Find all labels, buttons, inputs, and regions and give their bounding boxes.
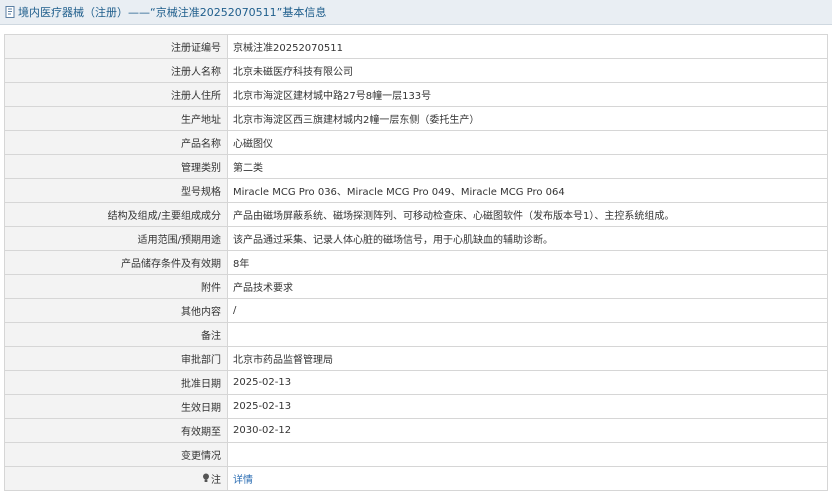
table-row: 注册人名称 北京未磁医疗科技有限公司 (4, 58, 828, 83)
field-label: 生产地址 (4, 106, 228, 131)
field-label: 生效日期 (4, 394, 228, 419)
field-value: 2030-02-12 (227, 418, 828, 443)
info-bulb-icon (202, 473, 210, 486)
field-value: Miracle MCG Pro 036、Miracle MCG Pro 049、… (227, 178, 828, 203)
field-value: 心磁图仪 (227, 130, 828, 155)
table-row: 结构及组成/主要组成成分 产品由磁场屏蔽系统、磁场探测阵列、可移动检查床、心磁图软… (4, 202, 828, 227)
field-label: 变更情况 (4, 442, 228, 467)
note-row: 注 详情 (4, 466, 828, 491)
table-row: 注册证编号 京械注准20252070511 (4, 34, 828, 59)
field-label: 其他内容 (4, 298, 228, 323)
details-link[interactable]: 详情 (233, 475, 253, 486)
field-value: 产品技术要求 (227, 274, 828, 299)
page-title: 境内医疗器械（注册）——“京械注准20252070511”基本信息 (18, 6, 327, 19)
field-label: 产品名称 (4, 130, 228, 155)
field-label: 审批部门 (4, 346, 228, 371)
field-value: 第二类 (227, 154, 828, 179)
table-row: 备注 (4, 322, 828, 347)
field-value: 京械注准20252070511 (227, 34, 828, 59)
table-row: 型号规格 Miracle MCG Pro 036、Miracle MCG Pro … (4, 178, 828, 203)
field-label: 备注 (4, 322, 228, 347)
field-label: 管理类别 (4, 154, 228, 179)
field-value (227, 442, 828, 467)
table-row: 生产地址 北京市海淀区西三旗建材城内2幢一层东侧（委托生产） (4, 106, 828, 131)
field-value: 2025-02-13 (227, 394, 828, 419)
table-row: 附件 产品技术要求 (4, 274, 828, 299)
field-value: 北京市海淀区建材城中路27号8幢一层133号 (227, 82, 828, 107)
note-label-cell: 注 (4, 466, 228, 491)
table-row: 管理类别 第二类 (4, 154, 828, 179)
field-value (227, 322, 828, 347)
field-label: 结构及组成/主要组成成分 (4, 202, 228, 227)
table-row: 批准日期 2025-02-13 (4, 370, 828, 395)
field-label: 批准日期 (4, 370, 228, 395)
field-label: 注册人名称 (4, 58, 228, 83)
table-row: 产品储存条件及有效期 8年 (4, 250, 828, 275)
field-value: 8年 (227, 250, 828, 275)
detail-table: 注册证编号 京械注准20252070511 注册人名称 北京未磁医疗科技有限公司 注… (4, 34, 828, 491)
note-value-cell: 详情 (227, 466, 828, 491)
field-value: 产品由磁场屏蔽系统、磁场探测阵列、可移动检查床、心磁图软件（发布版本号1）、主控… (227, 202, 828, 227)
table-row: 有效期至 2030-02-12 (4, 418, 828, 443)
field-value: 该产品通过采集、记录人体心脏的磁场信号，用于心肌缺血的辅助诊断。 (227, 226, 828, 251)
field-value: / (227, 298, 828, 323)
table-row: 审批部门 北京市药品监督管理局 (4, 346, 828, 371)
field-label: 产品储存条件及有效期 (4, 250, 228, 275)
field-label: 注册证编号 (4, 34, 228, 59)
field-label: 注册人住所 (4, 82, 228, 107)
note-label: 注 (211, 474, 221, 486)
page-header: 境内医疗器械（注册）——“京械注准20252070511”基本信息 (0, 0, 832, 25)
document-icon (4, 6, 16, 18)
field-label: 适用范围/预期用途 (4, 226, 228, 251)
field-value: 北京市海淀区西三旗建材城内2幢一层东侧（委托生产） (227, 106, 828, 131)
table-row: 变更情况 (4, 442, 828, 467)
field-label: 型号规格 (4, 178, 228, 203)
table-row: 注册人住所 北京市海淀区建材城中路27号8幢一层133号 (4, 82, 828, 107)
table-row: 产品名称 心磁图仪 (4, 130, 828, 155)
field-value: 北京市药品监督管理局 (227, 346, 828, 371)
table-row: 适用范围/预期用途 该产品通过采集、记录人体心脏的磁场信号，用于心肌缺血的辅助诊断… (4, 226, 828, 251)
table-row: 其他内容 / (4, 298, 828, 323)
field-label: 有效期至 (4, 418, 228, 443)
field-value: 北京未磁医疗科技有限公司 (227, 58, 828, 83)
field-value: 2025-02-13 (227, 370, 828, 395)
table-row: 生效日期 2025-02-13 (4, 394, 828, 419)
field-label: 附件 (4, 274, 228, 299)
